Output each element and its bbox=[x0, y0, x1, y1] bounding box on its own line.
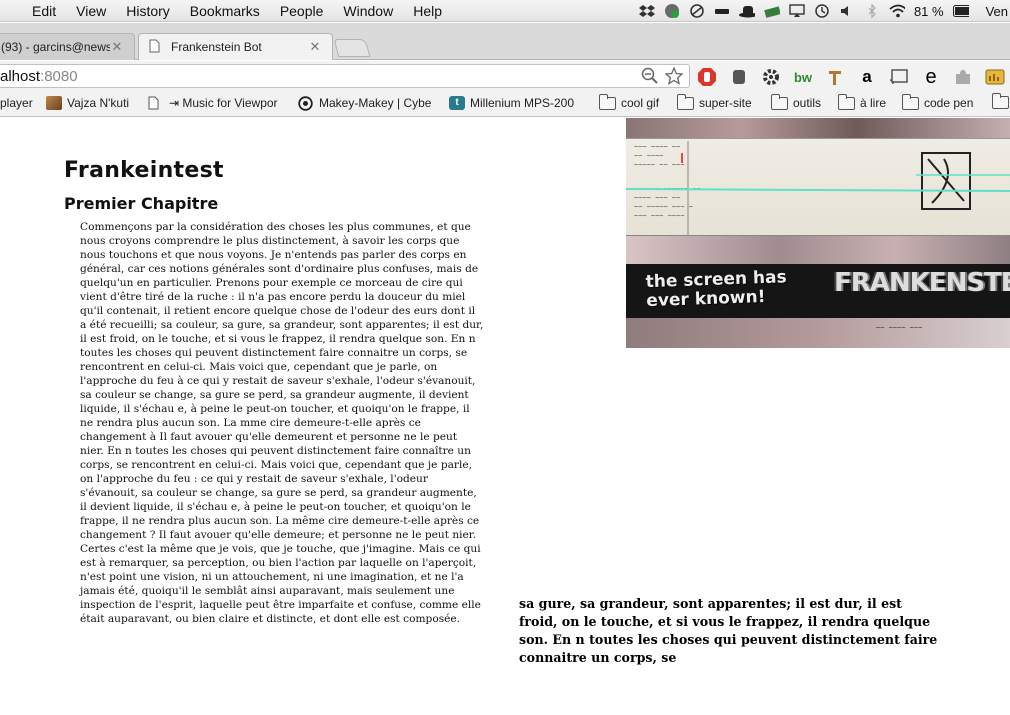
tab-frankenstein-bot[interactable]: Frankenstein Bot ✕ bbox=[138, 33, 333, 60]
new-tab-button[interactable] bbox=[333, 39, 371, 57]
bookmark-label: code pen bbox=[924, 96, 974, 110]
title-card-strip: the screen has ever known! FRANKENSTEIN bbox=[626, 264, 1010, 318]
folder-icon bbox=[992, 93, 1009, 109]
amazon-icon[interactable]: a bbox=[856, 66, 878, 88]
bookmark-player[interactable]: player bbox=[0, 96, 33, 110]
bookmark-label: outils bbox=[793, 96, 822, 110]
page-title: Frankeintest bbox=[64, 158, 224, 183]
tab-mail[interactable]: (93) - garcins@news ✕ bbox=[0, 33, 135, 60]
page-icon bbox=[148, 96, 164, 110]
tab-title: Frankenstein Bot bbox=[171, 40, 262, 54]
bookmarks-bar: player Vajza N'kuti ⇥ Music for Viewpor … bbox=[0, 92, 1010, 117]
bookmark-folder-code-pen[interactable]: code pen bbox=[902, 93, 974, 110]
bookmark-label: player bbox=[0, 96, 33, 110]
extension-icons: bw a e bbox=[696, 66, 1006, 88]
menu-window[interactable]: Window bbox=[333, 3, 403, 19]
airplay-icon[interactable] bbox=[789, 4, 805, 18]
chapter-heading: Premier Chapitre bbox=[64, 194, 219, 213]
caption-right: FRANKENSTEIN bbox=[834, 268, 1010, 298]
clock[interactable]: Ven bbox=[986, 4, 1008, 19]
status-icons: 81 % Ven bbox=[638, 0, 1010, 22]
bookmark-millenium[interactable]: t Millenium MPS-200 bbox=[449, 96, 582, 110]
cast-icon[interactable] bbox=[888, 66, 910, 88]
macos-menubar: Edit View History Bookmarks People Windo… bbox=[0, 0, 1010, 22]
puzzle-icon[interactable] bbox=[952, 66, 974, 88]
bookmark-folder-a-lire[interactable]: à lire bbox=[838, 93, 887, 110]
chapter-body: Commençons par la considération des chos… bbox=[80, 221, 484, 625]
bookmark-label: Makey-Makey | Cybe bbox=[319, 96, 432, 110]
minus-bar-icon[interactable] bbox=[714, 4, 730, 18]
highlighted-quote: sa gure, sa grandeur, sont apparentes; i… bbox=[519, 596, 938, 665]
do-not-disturb-icon[interactable] bbox=[689, 4, 705, 18]
sketch-drawing bbox=[626, 141, 1010, 235]
menu-history[interactable]: History bbox=[116, 3, 180, 19]
video-glitch-canvas[interactable]: ~~~ ~~~~ ~~ ~~ ~~~~ ~~~~~ ~~ ~~~ ~~~ ~ ~ ~~… bbox=[626, 118, 1010, 348]
folder-icon bbox=[771, 93, 788, 110]
bookmark-folder-overflow[interactable] bbox=[992, 93, 1009, 109]
bookmark-label: à lire bbox=[860, 96, 887, 110]
money-stack-icon[interactable] bbox=[764, 4, 780, 18]
video-strip bbox=[626, 118, 1010, 138]
address-bar[interactable]: alhost:8080 bbox=[0, 64, 690, 88]
zoom-icon[interactable] bbox=[641, 67, 659, 89]
bw-icon[interactable]: bw bbox=[792, 66, 814, 88]
page-icon bbox=[149, 39, 165, 56]
pin-icon[interactable] bbox=[824, 66, 846, 88]
folder-icon bbox=[902, 93, 919, 110]
thumbnail-icon bbox=[46, 96, 62, 110]
time-machine-icon[interactable] bbox=[814, 4, 830, 18]
notebook-strip: ~~~ ~~~~ ~~ ~~ ~~~~ ~~~~~ ~~ ~~~ ~~~ ~ ~ ~~… bbox=[626, 138, 1010, 236]
sync-check-icon[interactable] bbox=[664, 4, 680, 18]
bookmark-label: super-site bbox=[699, 96, 752, 110]
bookmark-star-icon[interactable] bbox=[664, 66, 684, 89]
menu-edit[interactable]: Edit bbox=[22, 3, 66, 19]
bookmark-makey[interactable]: Makey-Makey | Cybe bbox=[298, 96, 433, 111]
video-strip: ~~ ~~~~ ~~~ bbox=[626, 318, 1010, 348]
puzzle-hand-icon[interactable] bbox=[728, 66, 750, 88]
volume-icon[interactable] bbox=[839, 4, 855, 18]
tab-title: (93) - garcins@news bbox=[1, 40, 110, 54]
bookmark-label: Vajza N'kuti bbox=[67, 96, 130, 110]
bookmark-label: Millenium MPS-200 bbox=[470, 96, 575, 110]
folder-icon bbox=[599, 93, 616, 110]
bookmark-label: cool gif bbox=[621, 96, 660, 110]
bookmark-folder-super-site[interactable]: super-site bbox=[677, 93, 752, 110]
gear-icon[interactable] bbox=[760, 66, 782, 88]
bookmark-vajza[interactable]: Vajza N'kuti bbox=[46, 96, 129, 110]
bookmark-label: ⇥ Music for Viewpor bbox=[169, 96, 278, 110]
bookmark-music-viewport[interactable]: ⇥ Music for Viewpor bbox=[148, 96, 291, 110]
battery-percent: 81 % bbox=[913, 3, 944, 19]
circle-logo-icon bbox=[298, 96, 314, 111]
handwriting-scribble: ~~ ~~~~ ~~~ bbox=[876, 324, 923, 332]
video-strip bbox=[626, 236, 1010, 264]
dropbox-icon[interactable] bbox=[638, 4, 655, 18]
e-icon[interactable]: e bbox=[920, 66, 942, 88]
caption-left: the screen has ever known! bbox=[645, 267, 788, 312]
menu-people[interactable]: People bbox=[270, 3, 334, 19]
close-icon[interactable]: ✕ bbox=[308, 39, 322, 55]
close-icon[interactable]: ✕ bbox=[110, 39, 124, 55]
menu-help[interactable]: Help bbox=[403, 3, 452, 19]
web-page: Frankeintest Premier Chapitre Commençons… bbox=[0, 118, 1010, 715]
tumblr-icon: t bbox=[449, 96, 465, 110]
folder-icon bbox=[677, 93, 694, 110]
bookmark-folder-cool-gif[interactable]: cool gif bbox=[599, 93, 660, 110]
menu-view[interactable]: View bbox=[66, 3, 116, 19]
bluetooth-icon[interactable] bbox=[864, 4, 880, 18]
url-host: alhost bbox=[0, 67, 41, 85]
url-port: :8080 bbox=[40, 67, 78, 85]
folder-icon bbox=[838, 93, 855, 110]
omnibox-icons bbox=[641, 66, 684, 89]
hat-icon[interactable] bbox=[738, 4, 755, 18]
bookmark-folder-outils[interactable]: outils bbox=[771, 93, 822, 110]
notes-icon[interactable] bbox=[984, 66, 1006, 88]
menu-bookmarks[interactable]: Bookmarks bbox=[180, 3, 270, 19]
battery-icon[interactable] bbox=[952, 4, 969, 18]
tab-strip: (93) - garcins@news ✕ Frankenstein Bot ✕ bbox=[0, 23, 1010, 60]
stop-icon[interactable] bbox=[696, 66, 718, 88]
wifi-icon[interactable] bbox=[889, 4, 905, 18]
